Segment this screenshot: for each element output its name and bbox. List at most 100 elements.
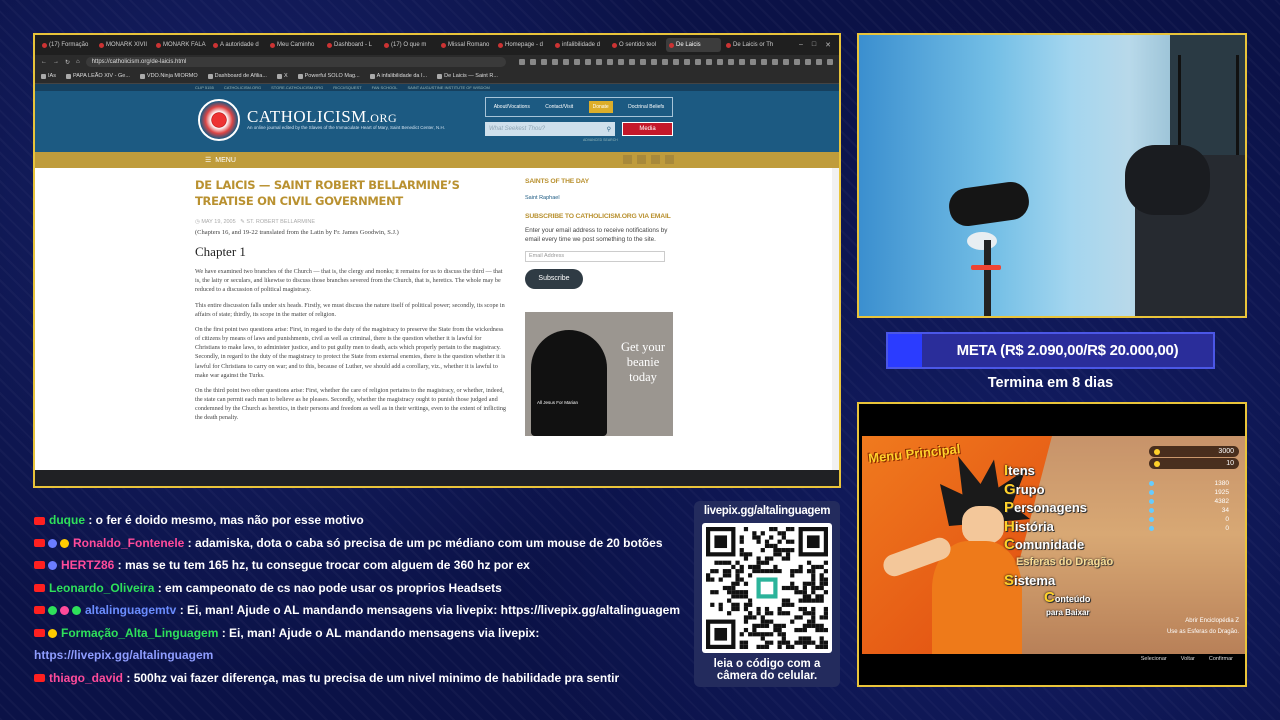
- extension-icon[interactable]: [552, 59, 558, 65]
- extension-icon[interactable]: [585, 59, 591, 65]
- extension-icon[interactable]: [761, 59, 767, 65]
- bookmark-item[interactable]: De Laicis — Saint R...: [437, 73, 498, 79]
- advanced-search-link[interactable]: ADVANCED SEARCH: [583, 138, 618, 142]
- logo-seal-icon[interactable]: [198, 99, 240, 141]
- extension-icon[interactable]: [728, 59, 734, 65]
- game-menu-item[interactable]: Conteúdo: [1044, 590, 1113, 605]
- menu-button[interactable]: MENU: [215, 157, 236, 164]
- facebook-icon[interactable]: [623, 155, 632, 164]
- browser-tab[interactable]: O sentido teol: [609, 38, 664, 52]
- bookmark-item[interactable]: A infalibilidade da I...: [369, 73, 427, 79]
- minimize-icon[interactable]: –: [799, 41, 803, 49]
- reload-icon[interactable]: ↻: [65, 59, 70, 66]
- back-icon[interactable]: ←: [41, 59, 47, 65]
- nav-contact[interactable]: Contact/Visit: [545, 104, 573, 110]
- game-menu-item[interactable]: História: [1004, 518, 1113, 537]
- site-top-link[interactable]: SAINT AUGUSTINE INSTITUTE OF WISDOM: [407, 85, 489, 90]
- game-menu-item[interactable]: Comunidade: [1004, 536, 1113, 555]
- chat-username[interactable]: HERTZ86: [61, 558, 114, 572]
- maximize-icon[interactable]: □: [812, 41, 816, 49]
- extension-icon[interactable]: [706, 59, 712, 65]
- browser-tab[interactable]: Homepage - d: [495, 38, 550, 52]
- email-field[interactable]: Email Address: [525, 250, 665, 262]
- bookmark-item[interactable]: X: [276, 73, 288, 79]
- site-top-link[interactable]: RICCI/SQUEST: [333, 85, 361, 90]
- extension-icon[interactable]: [783, 59, 789, 65]
- youtube-icon[interactable]: [651, 155, 660, 164]
- subscribe-button[interactable]: Subscribe: [525, 268, 583, 289]
- browser-tab[interactable]: A autoridade d: [210, 38, 265, 52]
- extension-icon[interactable]: [794, 59, 800, 65]
- extension-icon[interactable]: [673, 59, 679, 65]
- site-top-link[interactable]: CLIP 5155: [195, 85, 214, 90]
- browser-tab[interactable]: MONARK FALA: [153, 38, 208, 52]
- browser-tab[interactable]: De Laicis or Th: [723, 38, 778, 52]
- extension-icon[interactable]: [541, 59, 547, 65]
- browser-tab[interactable]: MONARK XIVII: [96, 38, 151, 52]
- extension-icon[interactable]: [662, 59, 668, 65]
- game-menu-item[interactable]: Grupo: [1004, 481, 1113, 500]
- game-menu-item[interactable]: Itens: [1004, 462, 1113, 481]
- extension-icon[interactable]: [805, 59, 811, 65]
- browser-tab[interactable]: Missal Romano: [438, 38, 493, 52]
- extension-icon[interactable]: [607, 59, 613, 65]
- site-top-link[interactable]: FAN SCHOOL: [372, 85, 398, 90]
- browser-tab[interactable]: (17) O que m: [381, 38, 436, 52]
- nav-doctrinal[interactable]: Doctrinal Beliefs: [628, 104, 664, 110]
- chat-username[interactable]: duque: [49, 513, 85, 527]
- chat-username[interactable]: Formação_Alta_Linguagem: [61, 626, 218, 640]
- extension-icon[interactable]: [618, 59, 624, 65]
- site-search-input[interactable]: What Seekest Thou? ⚲: [485, 122, 615, 136]
- chat-username[interactable]: Ronaldo_Fontenele: [73, 536, 184, 550]
- extension-icon[interactable]: [717, 59, 723, 65]
- article-author[interactable]: ST. ROBERT BELLARMINE: [246, 219, 315, 225]
- beanie-ad[interactable]: All Jesus For Marian Get your beanie tod…: [525, 311, 673, 436]
- forward-icon[interactable]: →: [53, 59, 59, 65]
- extension-icon[interactable]: [530, 59, 536, 65]
- browser-tab[interactable]: Meu Caminho: [267, 38, 322, 52]
- extension-icon[interactable]: [816, 59, 822, 65]
- search-icon[interactable]: ⚲: [607, 126, 611, 133]
- chat-username[interactable]: Leonardo_Oliveira: [49, 581, 154, 595]
- bookmark-item[interactable]: Powerful SOLO Mag...: [297, 73, 360, 79]
- donate-button[interactable]: Donate: [588, 101, 613, 113]
- media-button[interactable]: Media: [622, 122, 673, 136]
- extension-icon[interactable]: [563, 59, 569, 65]
- bookmark-item[interactable]: PAPA LEÃO XIV - Ge...: [65, 73, 130, 79]
- saint-link[interactable]: Saint Raphael: [525, 195, 675, 201]
- extension-icon[interactable]: [695, 59, 701, 65]
- extension-icon[interactable]: [596, 59, 602, 65]
- chat-username[interactable]: altalinguagemtv: [85, 603, 176, 617]
- extension-icon[interactable]: [629, 59, 635, 65]
- site-top-link[interactable]: STORE.CATHOLICISM.ORG: [271, 85, 323, 90]
- game-menu-item[interactable]: Personagens: [1004, 499, 1113, 518]
- bookmark-item[interactable]: VDO.Ninja MIORMO: [139, 73, 198, 79]
- extension-icon[interactable]: [772, 59, 778, 65]
- extension-icon[interactable]: [750, 59, 756, 65]
- chat-link[interactable]: https://livepix.gg/altalinguagem: [34, 648, 213, 662]
- bookmark-item[interactable]: IAs: [41, 73, 56, 79]
- extension-icon[interactable]: [827, 59, 833, 65]
- browser-tab[interactable]: (17) Formação: [39, 38, 94, 52]
- hamburger-icon[interactable]: ☰: [205, 156, 211, 164]
- extension-icon[interactable]: [684, 59, 690, 65]
- site-top-link[interactable]: CATHOLICISM.ORG: [224, 85, 261, 90]
- browser-tab[interactable]: De Laicis: [666, 38, 721, 52]
- extension-icon[interactable]: [739, 59, 745, 65]
- extension-icon[interactable]: [640, 59, 646, 65]
- browser-tab[interactable]: Dashboard - L: [324, 38, 379, 52]
- twitter-icon[interactable]: [637, 155, 646, 164]
- game-menu-item-selected[interactable]: Esferas do Dragão: [1016, 556, 1113, 568]
- bookmark-item[interactable]: Dashboard de Afilia...: [207, 73, 267, 79]
- extension-icon[interactable]: [519, 59, 525, 65]
- browser-tab[interactable]: infalibilidade d: [552, 38, 607, 52]
- extension-icon[interactable]: [651, 59, 657, 65]
- chat-username[interactable]: thiago_david: [49, 671, 123, 685]
- nav-about[interactable]: About/Vocations: [494, 104, 530, 110]
- close-icon[interactable]: ✕: [825, 41, 831, 49]
- home-icon[interactable]: ⌂: [76, 59, 80, 65]
- url-input[interactable]: https://catholicism.org/de-laicis.html: [85, 57, 506, 67]
- flickr-icon[interactable]: [665, 155, 674, 164]
- game-menu-item[interactable]: Sistema: [1004, 572, 1113, 591]
- extension-icon[interactable]: [574, 59, 580, 65]
